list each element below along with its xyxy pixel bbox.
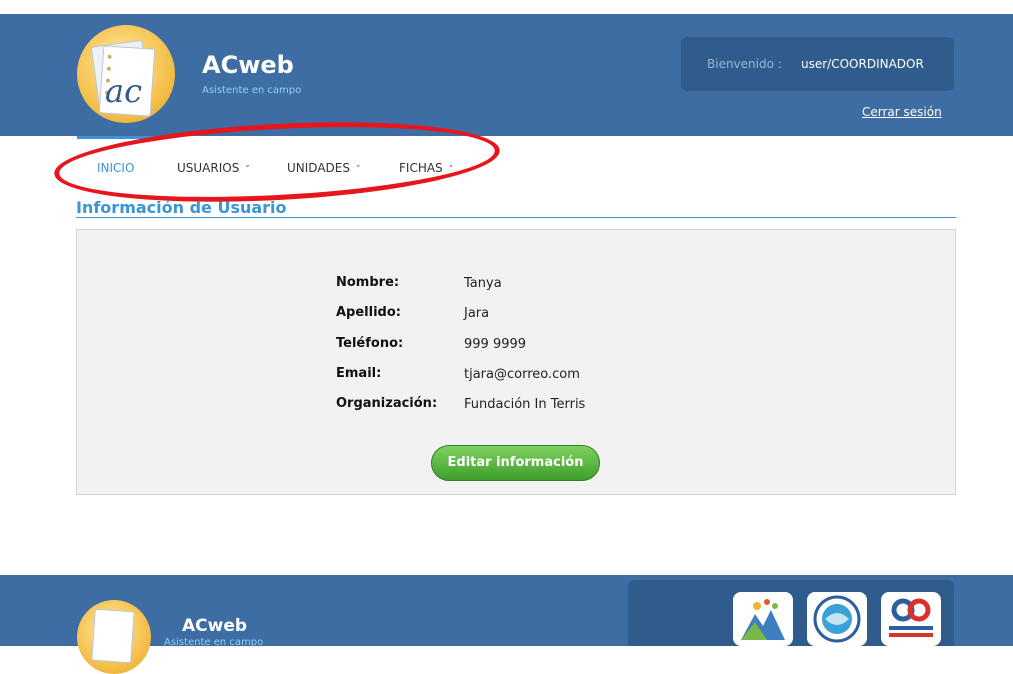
section-divider — [76, 217, 956, 218]
field-label-email: Email: — [336, 366, 382, 381]
acweb-logo[interactable]: ac — [77, 25, 175, 123]
espol-vinculos-colectividad-logo[interactable] — [881, 592, 941, 646]
logout-link[interactable]: Cerrar sesión — [862, 105, 942, 119]
footer-app-tagline: Asistente en campo — [164, 637, 264, 648]
footer-app-title: ACweb — [182, 616, 248, 636]
app-tagline: Asistente en campo — [202, 85, 302, 96]
field-value-nombre: Tanya — [464, 276, 502, 291]
field-label-telefono: Teléfono: — [336, 336, 404, 351]
welcome-label: Bienvenido : — [707, 57, 782, 71]
field-value-telefono: 999 9999 — [464, 337, 527, 352]
welcome-box: Bienvenido : user/COORDINADOR — [681, 37, 954, 91]
field-value-email: tjara@correo.com — [464, 367, 580, 382]
current-user: user/COORDINADOR — [801, 57, 924, 71]
app-title: ACweb — [202, 51, 294, 79]
field-value-apellido: Jara — [464, 306, 490, 321]
fundacion-in-terris-logo[interactable] — [733, 592, 793, 646]
field-label-nombre: Nombre: — [336, 275, 400, 290]
section-title: Información de Usuario — [76, 198, 287, 217]
espol-seal-logo[interactable] — [807, 592, 867, 646]
logo-page-front — [91, 608, 135, 664]
logo-monogram: ac — [105, 72, 142, 110]
field-label-organizacion: Organización: — [336, 396, 438, 411]
footer-acweb-logo — [77, 600, 151, 674]
edit-info-button[interactable]: Editar información — [431, 445, 600, 481]
field-label-apellido: Apellido: — [336, 305, 401, 320]
field-value-organizacion: Fundación In Terris — [464, 397, 586, 412]
